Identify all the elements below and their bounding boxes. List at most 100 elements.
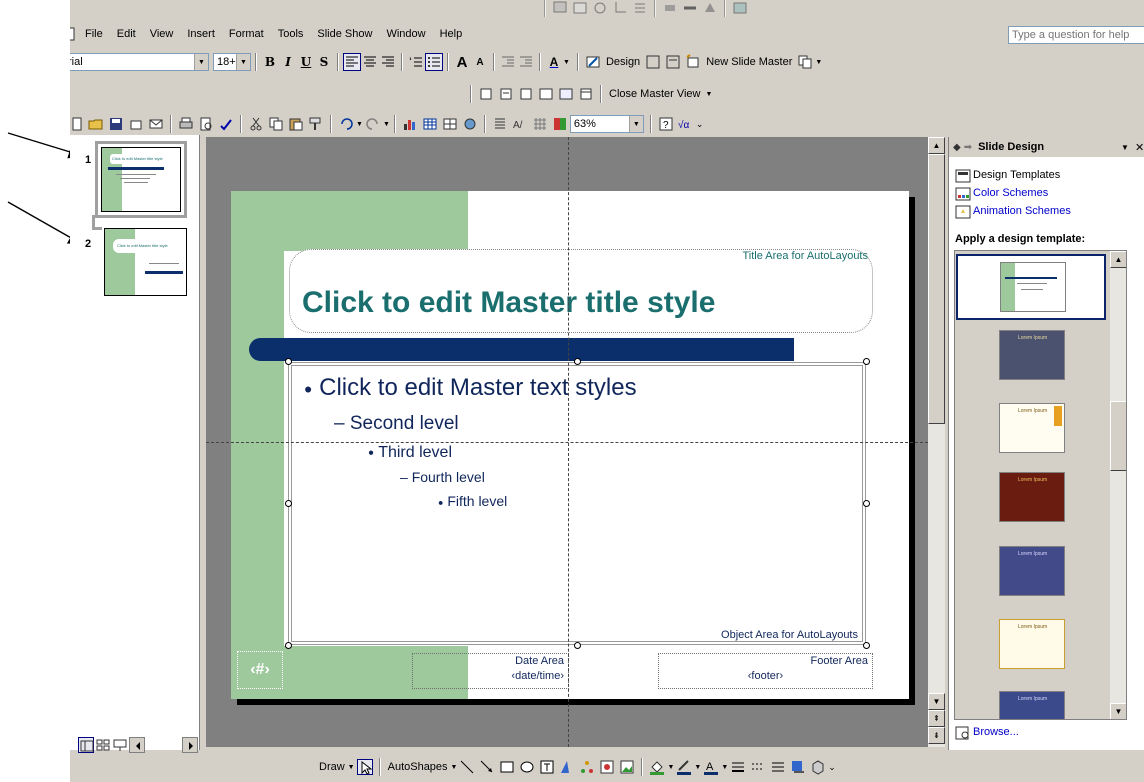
chevron-down-icon[interactable]: ▼ — [236, 54, 250, 70]
text-box-icon[interactable] — [539, 759, 555, 775]
bold-icon[interactable]: B — [261, 53, 279, 71]
menu-insert[interactable]: Insert — [180, 28, 222, 40]
font-size-combo[interactable]: 18+ ▼ — [213, 53, 251, 71]
animation-schemes-link[interactable]: Animation Schemes — [973, 205, 1071, 217]
template-slate[interactable]: Lorem Ipsum — [999, 330, 1065, 380]
color-schemes-link[interactable]: Color Schemes — [973, 187, 1048, 199]
resize-handle-tc[interactable] — [574, 358, 581, 365]
resize-handle-mr[interactable] — [863, 500, 870, 507]
resize-handle-br[interactable] — [863, 642, 870, 649]
scroll-up-icon[interactable]: ▲ — [928, 137, 945, 154]
chevron-down-icon[interactable]: ▼ — [706, 91, 713, 98]
show-formatting-icon[interactable]: A/ — [512, 116, 528, 132]
gallery-scrollbar[interactable]: ▲ ▼ — [1110, 251, 1126, 719]
format-painter-icon[interactable] — [308, 116, 324, 132]
bullet-level-3[interactable]: ● Third level — [368, 444, 452, 462]
chevron-down-icon[interactable]: ▼ — [721, 764, 728, 771]
line-style-icon[interactable] — [682, 0, 698, 16]
font-color-icon[interactable]: A — [703, 759, 719, 775]
previous-slide-icon[interactable]: ⇞ — [928, 710, 945, 727]
forward-arrow-icon[interactable]: ➡ — [964, 142, 972, 153]
template-blue-partial[interactable]: Lorem Ipsum — [999, 691, 1065, 719]
email-icon[interactable] — [148, 116, 164, 132]
chevron-down-icon[interactable]: ▼ — [667, 764, 674, 771]
body-placeholder[interactable]: ● Click to edit Master text styles – Sec… — [288, 362, 866, 645]
scroll-thumb[interactable] — [928, 154, 945, 424]
align-center-icon[interactable] — [361, 53, 379, 71]
align-right-icon[interactable] — [379, 53, 397, 71]
decrease-font-icon[interactable]: A — [471, 53, 489, 71]
dash-style-icon[interactable] — [750, 759, 766, 775]
footer-area-placeholder[interactable]: Footer Area ‹footer› — [658, 653, 873, 689]
delete-master-icon[interactable] — [478, 86, 494, 102]
slide-master-canvas[interactable]: Title Area for AutoLayouts Click to edit… — [231, 191, 909, 699]
thumbnail-slide-1[interactable]: Click to edit Master title style — [95, 141, 187, 218]
back-arrow-icon[interactable]: ◆ — [953, 142, 961, 153]
cut-icon[interactable] — [248, 116, 264, 132]
tables-borders-icon[interactable] — [442, 116, 458, 132]
insert-picture-icon[interactable] — [619, 759, 635, 775]
chevron-down-icon[interactable]: ▼ — [348, 764, 355, 771]
font-name-combo[interactable]: rial ▼ — [70, 53, 209, 71]
resize-handle-ml[interactable] — [285, 500, 292, 507]
crop-icon[interactable] — [612, 0, 628, 16]
chevron-down-icon[interactable]: ▼ — [694, 764, 701, 771]
menu-window[interactable]: Window — [379, 28, 432, 40]
wordart-icon[interactable] — [559, 759, 575, 775]
autoshapes-menu-button[interactable]: AutoShapes — [385, 761, 451, 773]
template-maroon[interactable]: Lorem Ipsum — [999, 472, 1065, 522]
copy-icon[interactable] — [797, 54, 813, 70]
normal-view-icon[interactable] — [78, 737, 94, 753]
increase-indent-icon[interactable] — [517, 53, 535, 71]
insert-chart-icon[interactable] — [402, 116, 418, 132]
line-color-icon[interactable] — [676, 759, 692, 775]
slide-layout-icon[interactable] — [578, 86, 594, 102]
3d-style-icon[interactable] — [810, 759, 826, 775]
master-layout-icon[interactable] — [538, 86, 554, 102]
chevron-down-icon[interactable]: ▼ — [194, 54, 208, 70]
template-selected[interactable] — [956, 254, 1106, 320]
picture-icon[interactable] — [732, 0, 748, 16]
template-purple[interactable]: Lorem Ipsum — [999, 546, 1065, 596]
paste-icon[interactable] — [288, 116, 304, 132]
numbering-icon[interactable]: 1 — [407, 53, 425, 71]
underline-icon[interactable]: U — [297, 53, 315, 71]
insert-table-icon[interactable] — [422, 116, 438, 132]
clip-art-icon[interactable] — [599, 759, 615, 775]
resize-handle-tr[interactable] — [863, 358, 870, 365]
arrow-style-icon[interactable] — [770, 759, 786, 775]
new-slide-master-button[interactable]: New Slide Master — [703, 56, 795, 68]
spelling-icon[interactable] — [218, 116, 234, 132]
design-templates-link-row[interactable]: Design Templates — [955, 168, 1060, 183]
arrow-icon[interactable] — [479, 759, 495, 775]
resize-handle-tl[interactable] — [285, 358, 292, 365]
browse-link-row[interactable]: Browse... — [955, 725, 1019, 740]
document-icon[interactable] — [70, 26, 76, 42]
menu-view[interactable]: View — [143, 28, 181, 40]
browse-link[interactable]: Browse... — [973, 726, 1019, 738]
insert-slide-master-icon[interactable] — [645, 54, 661, 70]
equation-icon[interactable]: √α — [678, 116, 694, 132]
chevron-down-icon[interactable]: ▼ — [356, 121, 363, 128]
preserve-master-icon[interactable] — [498, 86, 514, 102]
align-left-icon[interactable] — [343, 53, 361, 71]
menu-edit[interactable]: Edit — [110, 28, 143, 40]
slide-show-view-icon[interactable] — [112, 737, 128, 753]
chevron-down-icon[interactable]: ▼ — [563, 59, 570, 66]
bullet-level-4[interactable]: – Fourth level — [400, 469, 485, 485]
line-style-icon[interactable] — [730, 759, 746, 775]
rotate-icon[interactable] — [592, 0, 608, 16]
help-search-input[interactable] — [1008, 26, 1144, 44]
resize-handle-bl[interactable] — [285, 642, 292, 649]
horizontal-guide[interactable] — [206, 442, 928, 443]
scroll-right-icon[interactable] — [182, 737, 198, 753]
help-icon[interactable]: ? — [658, 116, 674, 132]
bullet-level-2[interactable]: – Second level — [334, 413, 459, 435]
title-placeholder[interactable]: Title Area for AutoLayouts Click to edit… — [289, 249, 873, 333]
new-document-icon[interactable] — [70, 116, 84, 132]
design-templates-link[interactable]: Design Templates — [973, 169, 1060, 181]
scroll-down-icon[interactable]: ▼ — [928, 693, 945, 710]
close-master-view-button[interactable]: Close Master View — [606, 88, 704, 100]
shape-icon[interactable] — [662, 0, 678, 16]
chevron-down-icon[interactable]: ▼ — [815, 59, 822, 66]
